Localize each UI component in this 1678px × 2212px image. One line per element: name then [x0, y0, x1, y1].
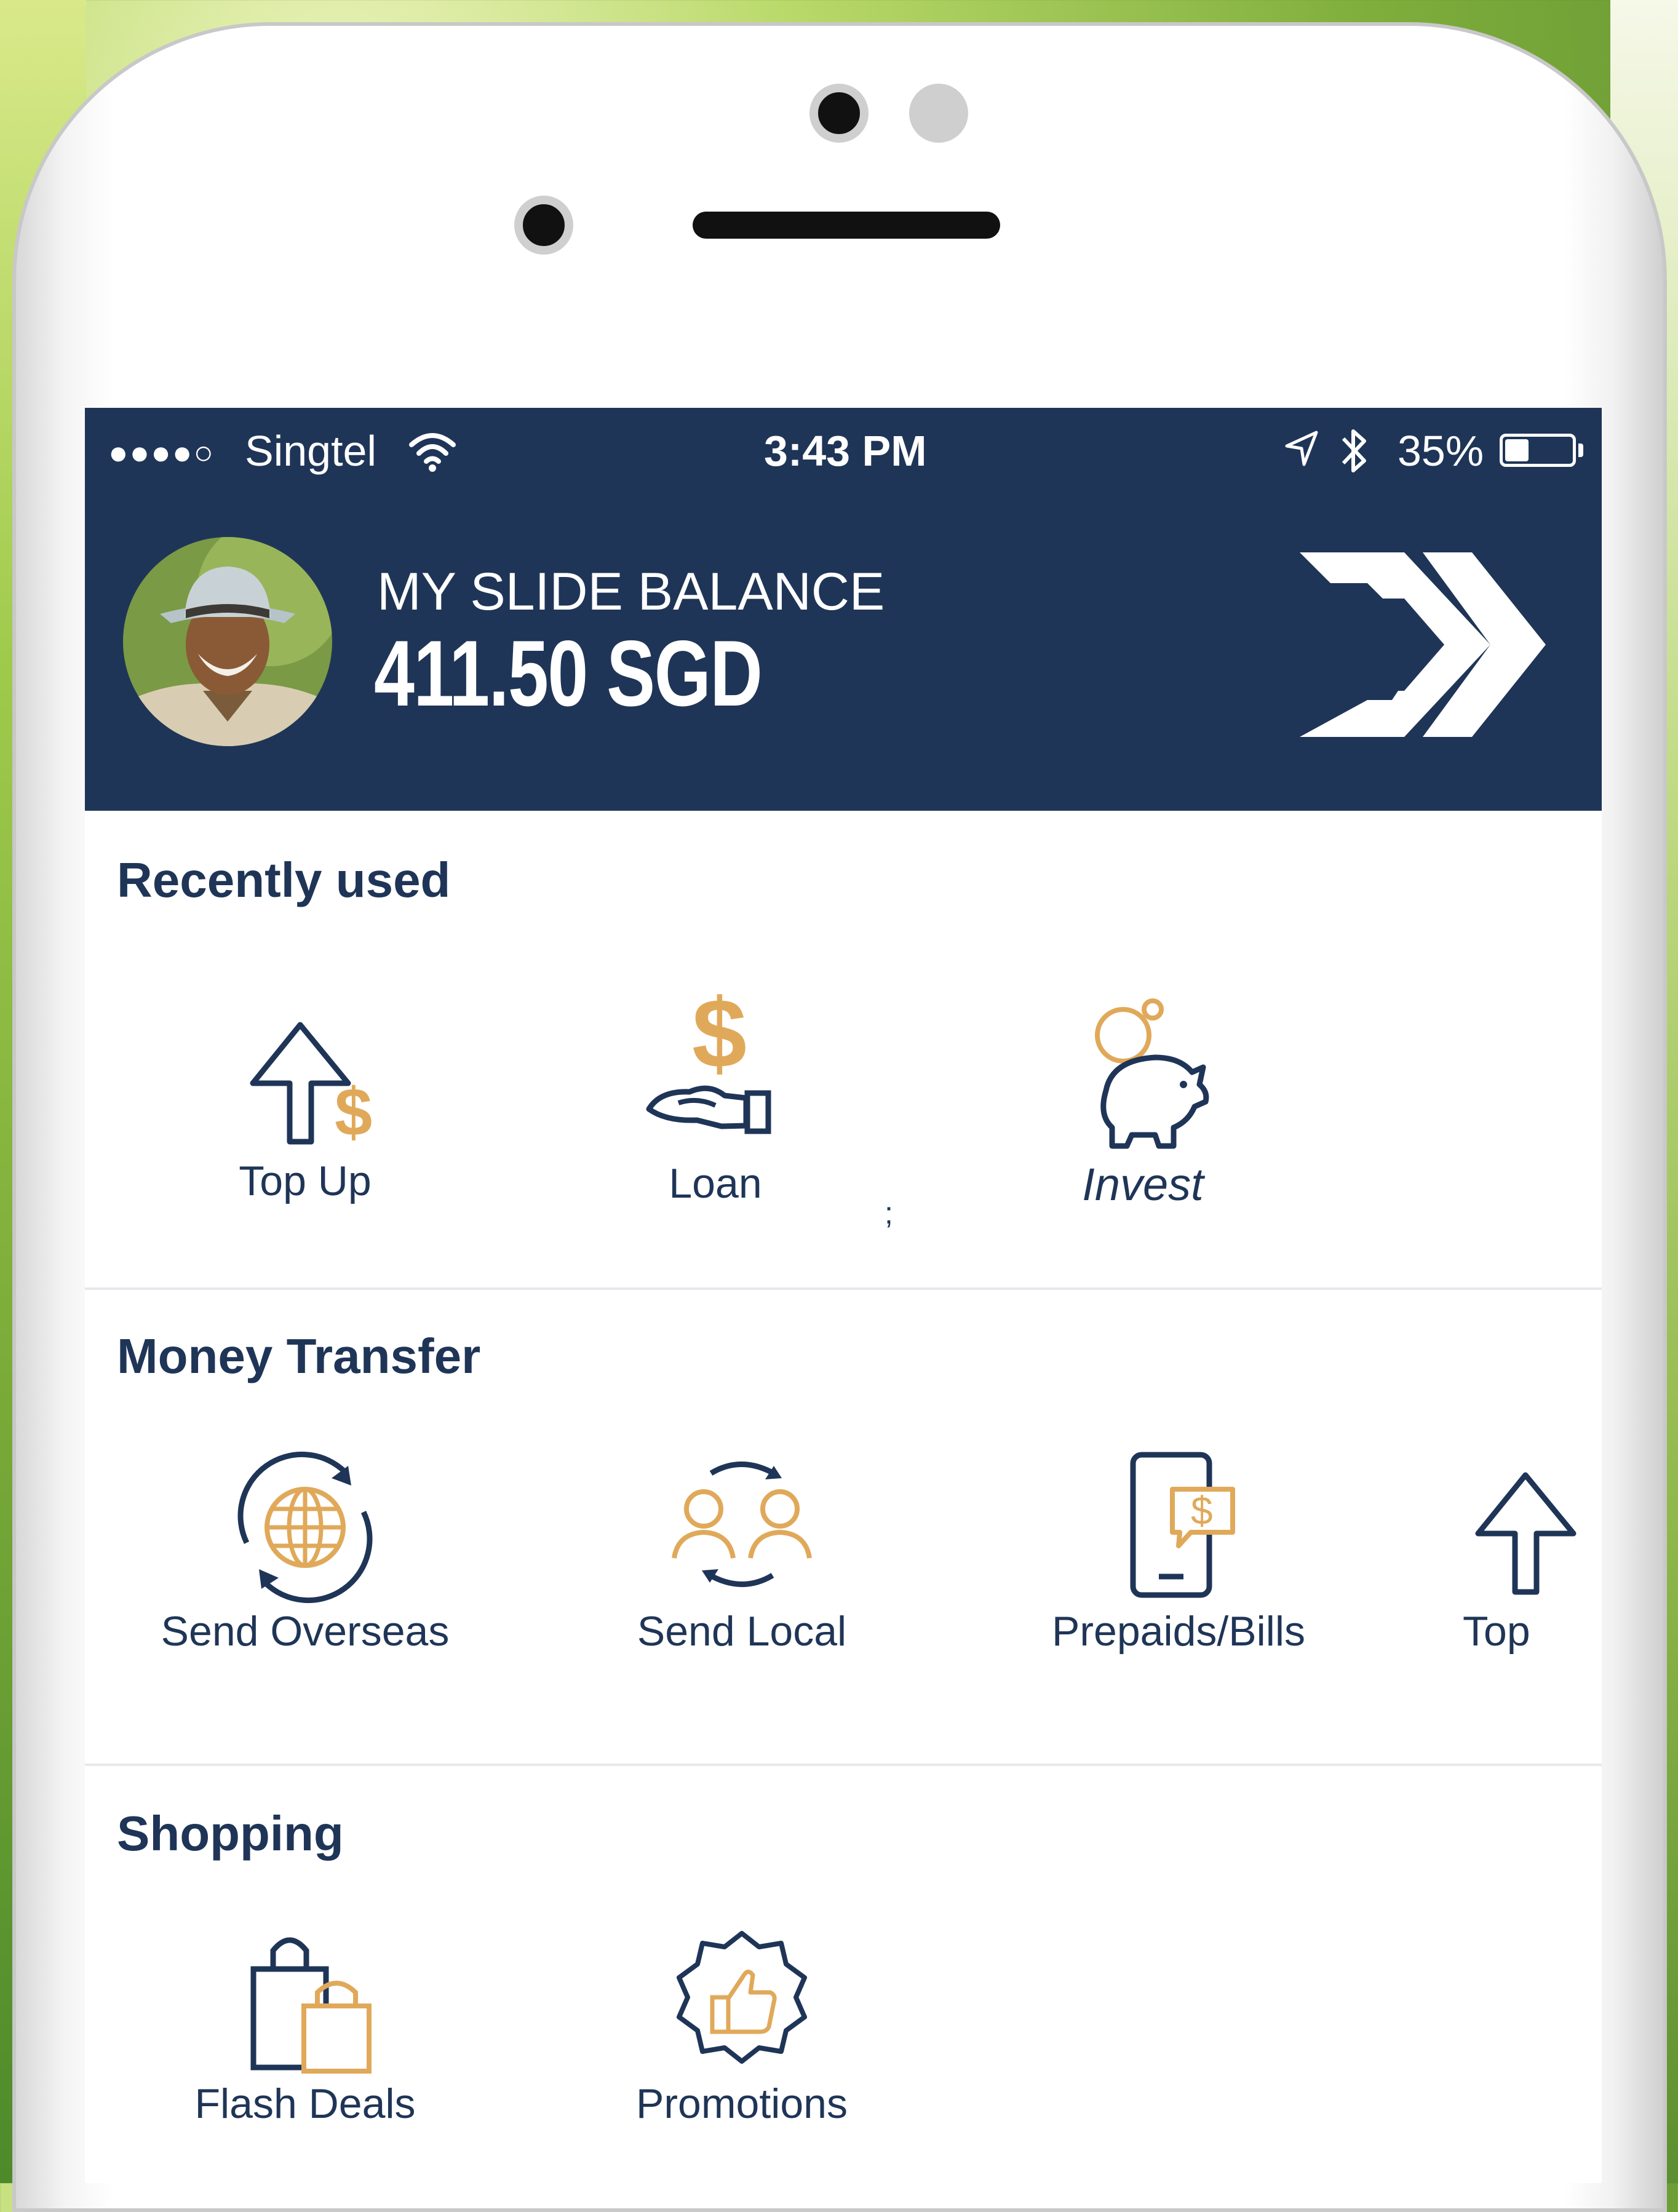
- svg-text:$: $: [692, 978, 747, 1088]
- top-up-icon: $: [250, 1022, 372, 1150]
- thumbs-up-badge-icon: [677, 1931, 807, 2064]
- section-title-money-transfer: Money Transfer: [117, 1329, 481, 1383]
- earpiece-speaker: [693, 212, 1000, 239]
- stray-mark: ;: [885, 1196, 893, 1230]
- carrier-name: Singtel: [245, 427, 377, 475]
- phone-bill-icon: $: [1130, 1452, 1235, 1598]
- balance-header: ●●●●○ Singtel 3:43 PM 35% MY SLIDE BALAN…: [85, 408, 1602, 811]
- front-camera: [809, 84, 869, 143]
- loan-icon: $: [646, 978, 771, 1134]
- wifi-icon: [409, 433, 456, 472]
- battery-tip: [1578, 444, 1583, 457]
- recent-loan[interactable]: $ Loan: [555, 975, 875, 1207]
- avatar[interactable]: [123, 537, 332, 746]
- send-overseas-label: Send Overseas: [161, 1608, 450, 1655]
- flash-deals-label: Flash Deals: [194, 2080, 416, 2127]
- transfer-top-up-label: Top: [1463, 1608, 1530, 1655]
- section-divider: [85, 1287, 1602, 1290]
- app-screen: ●●●●○ Singtel 3:43 PM 35% MY SLIDE BALAN…: [85, 408, 1602, 2183]
- status-time: 3:43 PM: [764, 427, 927, 475]
- balance-label: MY SLIDE BALANCE: [377, 562, 885, 621]
- shopping-bags-icon: [250, 1937, 372, 2074]
- recent-top-up-label: Top Up: [239, 1158, 372, 1204]
- svg-text:$: $: [1191, 1489, 1213, 1533]
- prepaids-bills[interactable]: $ Prepaids/Bills: [1019, 1447, 1338, 1655]
- section-divider: [85, 1764, 1602, 1766]
- battery-icon: [1500, 434, 1576, 467]
- prepaids-bills-label: Prepaids/Bills: [1052, 1608, 1305, 1655]
- section-title-recently-used: Recently used: [117, 853, 451, 907]
- piggy-bank-icon: [1095, 998, 1209, 1149]
- signal-strength: ●●●●○: [108, 434, 215, 471]
- flash-deals[interactable]: Flash Deals: [145, 1926, 465, 2128]
- svg-text:$: $: [335, 1075, 372, 1150]
- recent-invest-label: Invest: [1082, 1159, 1204, 1210]
- send-local-label: Send Local: [637, 1608, 847, 1655]
- recent-top-up[interactable]: $ Top Up: [145, 997, 465, 1205]
- location-arrow-icon: [1285, 431, 1318, 466]
- proximity-sensor: [909, 84, 968, 143]
- promotions[interactable]: Promotions: [582, 1926, 902, 2128]
- globe-transfer-icon: [237, 1451, 373, 1604]
- battery-percentage: 35%: [1398, 427, 1484, 475]
- slide-logo-icon[interactable]: [1287, 540, 1546, 749]
- send-local[interactable]: Send Local: [582, 1447, 902, 1655]
- balance-amount: 411.50 SGD: [374, 621, 763, 726]
- recent-invest[interactable]: Invest: [983, 998, 1303, 1211]
- recent-loan-label: Loan: [669, 1160, 762, 1207]
- status-bar: ●●●●○ Singtel 3:43 PM 35%: [85, 408, 1602, 488]
- people-transfer-icon: [672, 1462, 812, 1587]
- transfer-top-up-partial[interactable]: Top: [1457, 1447, 1602, 1655]
- promotions-label: Promotions: [636, 2080, 848, 2127]
- send-overseas[interactable]: Send Overseas: [145, 1447, 465, 1655]
- section-title-shopping: Shopping: [117, 1806, 344, 1861]
- bluetooth-icon: [1342, 429, 1366, 472]
- facetime-camera: [514, 196, 573, 255]
- top-up-icon: [1475, 1472, 1577, 1595]
